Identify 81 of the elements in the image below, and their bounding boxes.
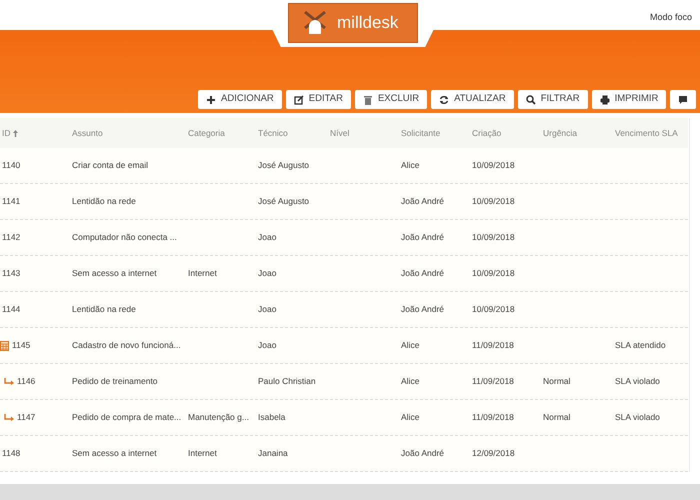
- table-cell-text: 1148: [1, 447, 22, 460]
- table-cell-text: Pedido de treinamento: [71, 375, 159, 388]
- column-header[interactable]: Técnico: [256, 126, 328, 140]
- column-header[interactable]: Vencimento SLA: [613, 126, 688, 140]
- column-header[interactable]: ID: [0, 126, 70, 140]
- table-cell-text: 10/09/2018: [471, 267, 516, 280]
- table-cell-text: José Augusto: [257, 159, 310, 172]
- table-cell-text: Isabela: [257, 411, 286, 424]
- table-cell-text: Alice: [400, 339, 420, 352]
- table-cell-text: João André: [400, 303, 446, 316]
- speech-bubble-icon: [678, 94, 688, 104]
- table-cell-text: 11/09/2018: [471, 411, 515, 424]
- table-cell-text: Pedido de compra de mate...: [71, 411, 182, 424]
- table-cell-text: Normal: [542, 375, 572, 388]
- table-cell-text: Joao: [257, 267, 278, 280]
- toolbar-button[interactable]: EXCLUIR: [354, 90, 428, 109]
- table-cell-text: Cadastro de novo funcioná...: [71, 339, 182, 352]
- column-header[interactable]: Categoria: [186, 126, 256, 140]
- table-cell-text: Normal: [542, 411, 572, 424]
- search-icon: [526, 94, 536, 104]
- table-cell-text: Janaina: [257, 447, 289, 460]
- table-cell-text: Joao: [257, 339, 278, 352]
- column-header[interactable]: Solicitante: [399, 126, 470, 140]
- table-cell-text: 1142: [1, 231, 22, 244]
- table-cell-text: Joao: [257, 303, 278, 316]
- horizontal-scrollbar[interactable]: [0, 484, 700, 500]
- table-cell-text: 1140: [1, 159, 22, 172]
- table-cell-text: Sem acesso a internet: [71, 447, 158, 460]
- table-cell-text: 1144: [1, 303, 22, 316]
- ticket-id: 1145: [12, 339, 30, 352]
- table-cell-text: 10/09/2018: [471, 303, 516, 316]
- table-cell-text: Joao: [257, 231, 278, 244]
- windmill-icon: [303, 10, 327, 36]
- column-header[interactable]: Nível: [328, 126, 399, 140]
- table-cell-text: João André: [400, 267, 446, 280]
- toolbar-button[interactable]: FILTRAR: [518, 90, 588, 109]
- table-cell-text: 1143: [1, 267, 22, 280]
- toolbar-button[interactable]: ADICIONAR: [198, 90, 282, 109]
- table-cell-text: Paulo Christian: [257, 375, 317, 388]
- table-cell-text: 10/09/2018: [471, 159, 516, 172]
- table-cell-text: Lentidão na rede: [71, 303, 137, 316]
- table-cell-text: Criar conta de email: [71, 159, 150, 172]
- table-cell-text: 11/09/2018: [471, 375, 515, 388]
- table-cell-text: SLA violado: [614, 375, 661, 388]
- table-cell-text: SLA atendido: [614, 339, 667, 352]
- table-cell-text: João André: [400, 231, 446, 244]
- printer-icon: [600, 94, 610, 104]
- table-cell-text: 10/09/2018: [471, 195, 516, 208]
- table-cell-text: Manutenção g...: [187, 411, 250, 424]
- ticket-id: 1147: [17, 411, 36, 424]
- focus-mode-link[interactable]: Modo foco: [650, 11, 692, 24]
- table-cell-text: Alice: [400, 411, 420, 424]
- table-cell-text: 1141: [1, 195, 22, 208]
- table-cell-text: Internet: [187, 267, 218, 280]
- comment-button[interactable]: [670, 90, 696, 109]
- table-cell-text: José Augusto: [257, 195, 310, 208]
- table-cell-text: Alice: [400, 159, 420, 172]
- table-cell-text: 11/09/2018: [471, 339, 515, 352]
- trash-icon: [362, 94, 373, 104]
- table-cell-text: SLA violado: [614, 411, 661, 424]
- table-cell-text: Sem acesso a internet: [71, 267, 158, 280]
- table-cell-text: João André: [400, 195, 446, 208]
- column-header[interactable]: Assunto: [70, 126, 186, 140]
- table-cell-text: Computador não conecta ...: [71, 231, 178, 244]
- refresh-icon: [439, 94, 450, 104]
- table-cell-text: 10/09/2018: [471, 231, 516, 244]
- table-cell-text: Lentidão na rede: [71, 195, 137, 208]
- toolbar-button[interactable]: IMPRIMIR: [592, 90, 666, 109]
- edit-icon: [294, 94, 304, 104]
- toolbar-button[interactable]: EDITAR: [286, 90, 351, 109]
- ticket-id: 1146: [17, 375, 36, 388]
- column-header[interactable]: Urgência: [541, 126, 613, 140]
- table-cell-text: Internet: [187, 447, 218, 460]
- table-cell-text: Alice: [400, 375, 420, 388]
- plus-icon: [206, 94, 216, 104]
- table-cell-text: 12/09/2018: [471, 447, 516, 460]
- toolbar-button[interactable]: ATUALIZAR: [431, 90, 514, 109]
- logo-text: milldesk: [337, 12, 398, 34]
- table-cell-text: João André: [400, 447, 446, 460]
- sort-arrow-icon: [12, 130, 18, 137]
- column-header[interactable]: Criação: [470, 126, 541, 140]
